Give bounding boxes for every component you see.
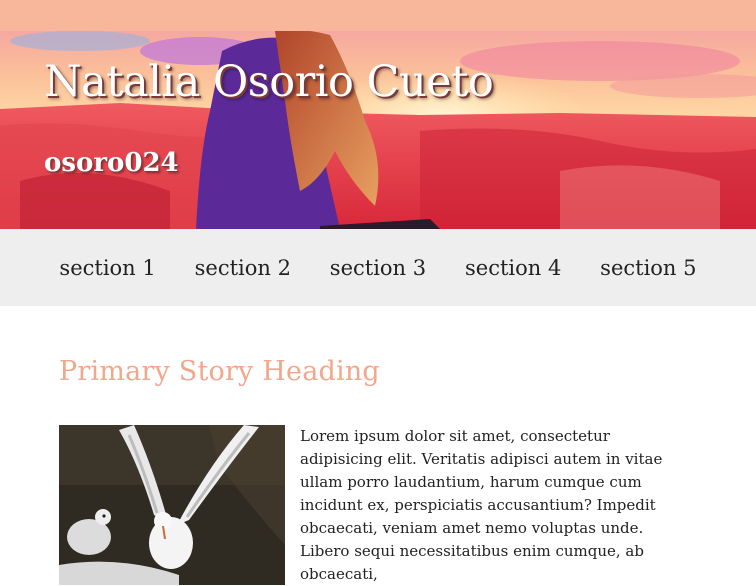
nav-item-section-5[interactable]: section 5 — [600, 256, 696, 280]
section-nav: section 1 section 2 section 3 section 4 … — [0, 229, 756, 306]
top-accent-bar — [0, 0, 756, 31]
nav-item-section-3[interactable]: section 3 — [330, 256, 426, 280]
nav-item-section-2[interactable]: section 2 — [195, 256, 291, 280]
story-paragraph: Lorem ipsum dolor sit amet, consectetur … — [300, 427, 663, 537]
site-title: Natalia Osorio Cueto — [44, 57, 494, 107]
seagulls-photo — [59, 425, 285, 585]
nav-item-section-4[interactable]: section 4 — [465, 256, 561, 280]
story-paragraph: Libero sequi necessitatibus enim cumque,… — [300, 542, 644, 583]
nav-item-section-1[interactable]: section 1 — [59, 256, 155, 280]
main-content: Primary Story Heading Lorem ipsum dolor … — [0, 356, 756, 586]
story-heading: Primary Story Heading — [59, 356, 380, 387]
story-text: Lorem ipsum dolor sit amet, consectetur … — [300, 425, 697, 586]
site-subtitle: osoro024 — [44, 148, 179, 178]
seagulls-illustration — [59, 425, 285, 585]
story-block: Lorem ipsum dolor sit amet, consectetur … — [59, 425, 697, 586]
hero-banner: Natalia Osorio Cueto osoro024 — [0, 31, 756, 229]
